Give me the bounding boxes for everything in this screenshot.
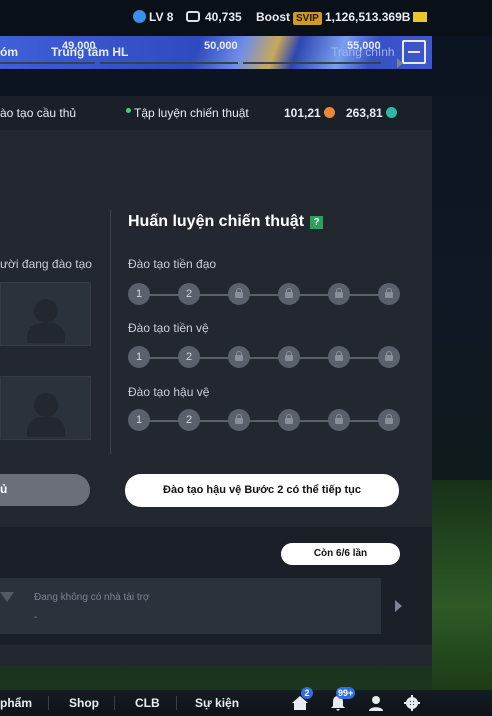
lock-icon [228, 283, 250, 305]
lock-icon [378, 409, 400, 431]
trainee-slot-2[interactable] [0, 376, 91, 440]
progress-track-3 [243, 62, 381, 64]
tab-tactical-practice[interactable]: Tập luyện chiến thuật [126, 106, 249, 120]
nav-club[interactable]: CLB [135, 696, 160, 710]
progress-value-3: 55,000 [347, 40, 381, 52]
defender-step-1[interactable]: 1 [128, 409, 150, 431]
notification-badge: 99+ [336, 687, 356, 699]
left-action-button[interactable]: ủ [0, 474, 90, 506]
avatar-body-icon [27, 417, 65, 437]
lock-icon [228, 409, 250, 431]
progress-value-1: 49,000 [62, 40, 96, 52]
bp-gold-icon [413, 12, 428, 22]
currency-1-icon [323, 107, 335, 118]
forward-track [138, 294, 390, 296]
progress-value-2: 50,000 [204, 40, 238, 52]
remaining-count-button[interactable]: Còn 6/6 lần [281, 543, 400, 565]
nav-separator [48, 696, 49, 710]
midfield-step-2[interactable]: 2 [178, 346, 200, 368]
stadium-grass-background [432, 480, 492, 690]
lock-icon [278, 346, 300, 368]
currency-2-icon [385, 107, 397, 118]
help-icon[interactable]: ? [310, 216, 324, 229]
tab-player-training[interactable]: ào tạo cầu thủ [0, 106, 76, 120]
home-badge: 2 [301, 687, 313, 699]
nav-products[interactable]: phẩm [0, 696, 32, 710]
midfield-step-1[interactable]: 1 [128, 346, 150, 368]
svip-badge: SVIP [293, 12, 322, 25]
column-divider [110, 210, 111, 454]
nav-separator [114, 696, 115, 710]
lock-icon [378, 346, 400, 368]
lock-icon [328, 346, 350, 368]
nav-shop[interactable]: Shop [69, 696, 99, 710]
level-icon [133, 10, 146, 23]
trainee-slot-1[interactable] [0, 282, 91, 346]
lock-icon [328, 283, 350, 305]
active-dot-icon [126, 108, 131, 113]
sponsor-dash: - [34, 612, 38, 623]
tactical-training-title: Huấn luyện chiến thuật? [128, 213, 324, 231]
avatar-head-icon [34, 393, 58, 417]
sponsor-status: Đang không có nhà tài trợ [34, 592, 150, 603]
lock-icon [228, 346, 250, 368]
defender-track [138, 420, 390, 422]
exit-icon[interactable] [402, 40, 426, 64]
lock-icon [378, 283, 400, 305]
boost-display[interactable]: Boost SVIP [256, 10, 322, 25]
progress-track-1 [0, 62, 95, 64]
nav-events[interactable]: Sự kiện [195, 696, 239, 710]
currency-1: 101,21 [284, 106, 335, 120]
trainee-label: ười đang đào tạo [0, 257, 92, 271]
coin-icon [186, 11, 200, 22]
coin-display: 40,735 [186, 10, 242, 24]
progress-track-2 [100, 62, 238, 64]
settings-gear-icon[interactable] [403, 695, 421, 711]
lock-icon [328, 409, 350, 431]
nav-item-partial[interactable]: óm [0, 45, 18, 59]
nav-separator [176, 696, 177, 710]
forward-step-2[interactable]: 2 [178, 283, 200, 305]
defender-step-2[interactable]: 2 [178, 409, 200, 431]
bp-display[interactable]: 1,126,513.369B [325, 10, 428, 24]
midfield-training-label: Đào tạo tiền vệ [128, 321, 209, 335]
tab-bar: ào tạo cầu thủ Tập luyện chiến thuật 101… [0, 96, 432, 130]
top-status-bar: LV 8 40,735 Boost SVIP 1,126,513.369B [0, 0, 492, 36]
continue-defender-training-button[interactable]: Đào tạo hậu vệ Bước 2 có thể tiếp tục [125, 474, 399, 507]
midfield-track [138, 357, 390, 359]
currency-2: 263,81 [346, 106, 397, 120]
profile-icon[interactable] [367, 695, 385, 711]
forward-step-1[interactable]: 1 [128, 283, 150, 305]
defender-training-label: Đào tạo hậu vệ [128, 385, 210, 399]
sponsor-next-icon[interactable] [395, 600, 402, 612]
lock-icon [278, 409, 300, 431]
level-display: LV 8 [133, 10, 173, 24]
sponsor-box[interactable] [0, 578, 381, 634]
avatar-body-icon [27, 323, 65, 343]
avatar-head-icon [34, 299, 58, 323]
bottom-nav: phẩm Shop CLB Sự kiện 2 99+ [0, 687, 492, 716]
sponsor-tri-icon [0, 592, 14, 602]
lock-icon [278, 283, 300, 305]
progress-next-icon[interactable] [397, 58, 403, 68]
forward-training-label: Đào tạo tiền đạo [128, 257, 217, 271]
